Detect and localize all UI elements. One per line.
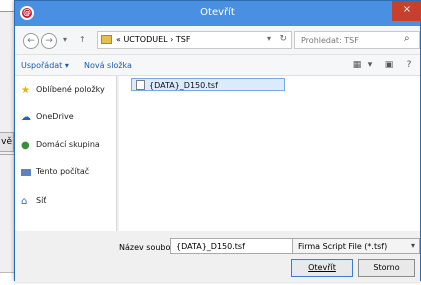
computer-icon [21, 169, 31, 176]
sidebar-item-label: Tento počítač [36, 167, 90, 176]
organize-menu[interactable]: Uspořádat ▾ [21, 61, 69, 70]
homegroup-icon: ● [21, 140, 30, 151]
sidebar-item-label: OneDrive [36, 112, 74, 121]
chevron-down-icon[interactable]: ▾ [411, 241, 415, 250]
search-input[interactable]: Prohledat: TSF ⌕ [294, 31, 420, 49]
sidebar-item-label: Síť [36, 196, 47, 205]
background-divider [0, 154, 14, 155]
sidebar-item-favorites[interactable]: ★ Oblíbené položky [21, 84, 113, 98]
title-bar[interactable]: @ Otevřít × [15, 1, 421, 26]
background-partial-button[interactable]: vě [0, 132, 14, 152]
star-icon: ★ [21, 85, 30, 96]
close-button[interactable]: × [392, 1, 421, 21]
sidebar-item-label: Oblíbené položky [36, 85, 105, 94]
address-path: « UCTODUEL › TSF [116, 35, 191, 44]
file-item[interactable]: {DATA}_D150.tsf [131, 78, 285, 91]
navigation-pane: ★ Oblíbené položky ☁ OneDrive ● Domácí s… [15, 76, 117, 231]
open-file-dialog: @ Otevřít × ← → ▾ ↑ « UCTODUEL › TSF ▾ ↻… [14, 0, 421, 282]
file-icon [136, 80, 145, 90]
file-name-field[interactable]: {DATA}_D150.tsf ▾ [170, 238, 303, 254]
file-name-value: {DATA}_D150.tsf [176, 242, 245, 251]
file-list: {DATA}_D150.tsf [119, 76, 420, 231]
help-icon[interactable]: ? [403, 60, 415, 70]
address-bar[interactable]: « UCTODUEL › TSF ▾ ↻ [97, 31, 292, 49]
file-type-value: Firma Script File (*.tsf) [298, 242, 388, 251]
address-dropdown-icon[interactable]: ▾ [267, 34, 271, 43]
file-type-select[interactable]: Firma Script File (*.tsf) ▾ [292, 238, 420, 254]
sidebar-item-homegroup[interactable]: ● Domácí skupina [21, 139, 113, 153]
up-icon[interactable]: ↑ [79, 35, 86, 44]
sidebar-item-onedrive[interactable]: ☁ OneDrive [21, 111, 113, 125]
search-icon: ⌕ [404, 33, 410, 44]
sidebar-item-this-pc[interactable]: Tento počítač [21, 166, 113, 180]
new-folder-button[interactable]: Nová složka [84, 61, 132, 70]
forward-icon[interactable]: → [41, 33, 57, 49]
dialog-footer: Název souboru: {DATA}_D150.tsf ▾ Firma S… [15, 231, 420, 282]
preview-pane-icon[interactable]: ▣ [383, 60, 395, 70]
cloud-icon: ☁ [21, 112, 31, 123]
view-dropdown-icon[interactable]: ▾ [364, 60, 376, 70]
search-placeholder: Prohledat: TSF [301, 36, 359, 45]
navigation-bar: ← → ▾ ↑ « UCTODUEL › TSF ▾ ↻ Prohledat: … [15, 26, 420, 54]
cancel-button[interactable]: Storno [358, 259, 415, 277]
open-button-label: Otevřít [308, 263, 336, 272]
sidebar-item-network[interactable]: ⌂ Síť [21, 195, 113, 209]
open-button[interactable]: Otevřít [291, 259, 353, 277]
view-icon[interactable]: ▦ [351, 60, 363, 70]
command-toolbar: Uspořádat ▾ Nová složka ▦ ▾ ▣ ? [15, 54, 420, 76]
file-name: {DATA}_D150.tsf [149, 81, 218, 90]
back-icon[interactable]: ← [23, 33, 39, 49]
recent-locations-icon[interactable]: ▾ [63, 35, 67, 44]
folder-icon [101, 35, 112, 44]
refresh-icon[interactable]: ↻ [279, 34, 287, 44]
dialog-title: Otevřít [200, 7, 235, 18]
network-icon: ⌂ [21, 196, 28, 207]
sidebar-item-label: Domácí skupina [36, 140, 100, 149]
